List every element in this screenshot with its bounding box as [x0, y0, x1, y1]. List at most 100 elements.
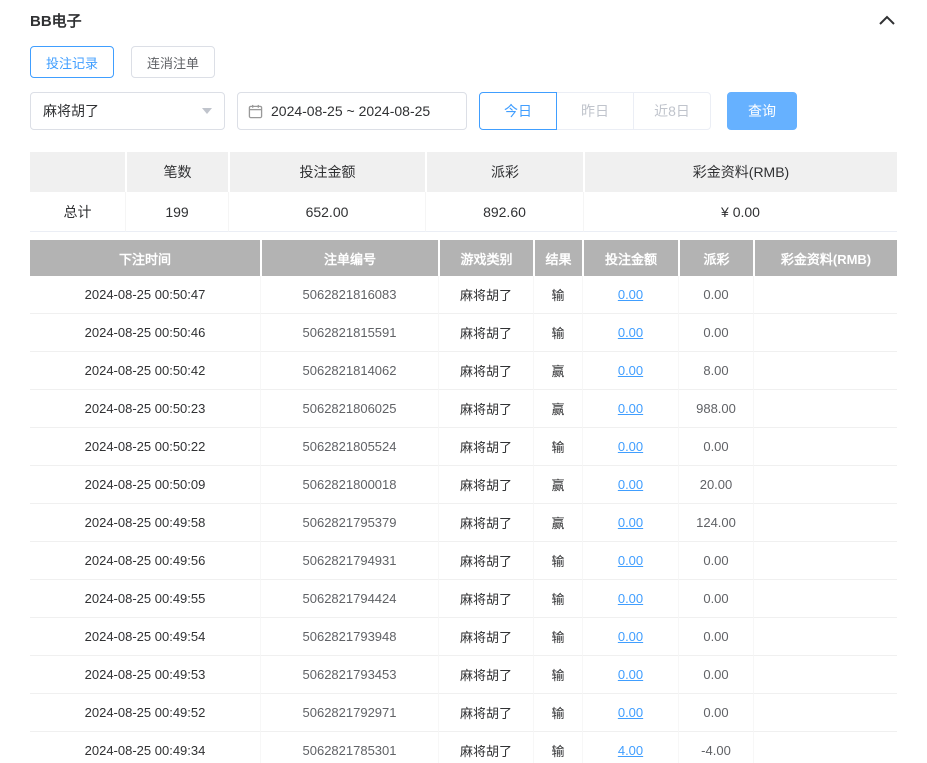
collapse-button[interactable]: [877, 13, 897, 27]
bet-amount-link[interactable]: 0.00: [618, 705, 643, 720]
cell-bet-amount: 0.00: [582, 428, 678, 466]
cell-payout: 20.00: [678, 466, 753, 504]
bet-amount-link[interactable]: 0.00: [618, 401, 643, 416]
cell-result: 赢: [533, 504, 582, 542]
cell-bonus: [753, 694, 897, 732]
cell-order-number: 5062821815591: [260, 314, 438, 352]
bet-amount-link[interactable]: 0.00: [618, 667, 643, 682]
table-row: 2024-08-25 00:49:53 5062821793453 麻将胡了 输…: [30, 656, 897, 694]
cell-bet-time: 2024-08-25 00:50:09: [30, 466, 260, 504]
tab-cancelled-orders[interactable]: 连消注单: [131, 46, 215, 78]
quick-today-button[interactable]: 今日: [479, 92, 557, 130]
cell-order-number: 5062821814062: [260, 352, 438, 390]
bet-amount-link[interactable]: 0.00: [618, 515, 643, 530]
game-select[interactable]: 麻将胡了: [30, 92, 225, 130]
page-title: BB电子: [30, 10, 82, 31]
table-row: 2024-08-25 00:50:09 5062821800018 麻将胡了 赢…: [30, 466, 897, 504]
cell-bonus: [753, 352, 897, 390]
cell-payout: 0.00: [678, 276, 753, 314]
header-bet-amount: 投注金额: [582, 240, 678, 276]
cell-payout: 0.00: [678, 314, 753, 352]
cell-bonus: [753, 618, 897, 656]
quick-last8days-button[interactable]: 近8日: [633, 92, 711, 130]
date-range-value: 2024-08-25 ~ 2024-08-25: [271, 103, 430, 119]
cell-result: 赢: [533, 352, 582, 390]
cell-game-type: 麻将胡了: [438, 466, 533, 504]
cell-bet-time: 2024-08-25 00:50:47: [30, 276, 260, 314]
cell-bet-amount: 0.00: [582, 466, 678, 504]
summary-header-bet-amount: 投注金额: [228, 152, 425, 192]
table-row: 2024-08-25 00:49:56 5062821794931 麻将胡了 输…: [30, 542, 897, 580]
table-row: 2024-08-25 00:50:22 5062821805524 麻将胡了 输…: [30, 428, 897, 466]
summary-header-bonus: 彩金资料(RMB): [583, 152, 897, 192]
cell-bonus: [753, 542, 897, 580]
filter-bar: 麻将胡了 2024-08-25 ~ 2024-08-25 今日 昨日 近8日 查…: [30, 92, 897, 130]
summary-header-blank: [30, 152, 125, 192]
bet-amount-link[interactable]: 4.00: [618, 743, 643, 758]
cell-bonus: [753, 656, 897, 694]
bet-amount-link[interactable]: 0.00: [618, 363, 643, 378]
cell-payout: 0.00: [678, 428, 753, 466]
bet-amount-link[interactable]: 0.00: [618, 477, 643, 492]
cell-game-type: 麻将胡了: [438, 352, 533, 390]
cell-game-type: 麻将胡了: [438, 504, 533, 542]
bet-amount-link[interactable]: 0.00: [618, 553, 643, 568]
quick-yesterday-button[interactable]: 昨日: [556, 92, 634, 130]
tab-bet-records[interactable]: 投注记录: [30, 46, 114, 78]
cell-game-type: 麻将胡了: [438, 694, 533, 732]
cell-game-type: 麻将胡了: [438, 428, 533, 466]
cell-bet-amount: 0.00: [582, 694, 678, 732]
bet-amount-link[interactable]: 0.00: [618, 325, 643, 340]
cell-bet-time: 2024-08-25 00:49:54: [30, 618, 260, 656]
cell-bet-amount: 0.00: [582, 314, 678, 352]
cell-game-type: 麻将胡了: [438, 276, 533, 314]
date-range-input[interactable]: 2024-08-25 ~ 2024-08-25: [237, 92, 467, 130]
cell-game-type: 麻将胡了: [438, 732, 533, 763]
cell-bet-amount: 0.00: [582, 352, 678, 390]
table-row: 2024-08-25 00:50:42 5062821814062 麻将胡了 赢…: [30, 352, 897, 390]
header-bonus: 彩金资料(RMB): [753, 240, 897, 276]
bet-amount-link[interactable]: 0.00: [618, 439, 643, 454]
bet-amount-link[interactable]: 0.00: [618, 287, 643, 302]
cell-order-number: 5062821805524: [260, 428, 438, 466]
bet-amount-link[interactable]: 0.00: [618, 591, 643, 606]
cell-game-type: 麻将胡了: [438, 390, 533, 428]
cell-bet-amount: 0.00: [582, 618, 678, 656]
bet-amount-link[interactable]: 0.00: [618, 629, 643, 644]
game-select-value: 麻将胡了: [43, 101, 99, 121]
cell-result: 输: [533, 694, 582, 732]
cell-payout: 988.00: [678, 390, 753, 428]
search-button[interactable]: 查询: [727, 92, 797, 130]
cell-bet-amount: 0.00: [582, 390, 678, 428]
cell-bet-time: 2024-08-25 00:49:56: [30, 542, 260, 580]
cell-game-type: 麻将胡了: [438, 656, 533, 694]
cell-bonus: [753, 732, 897, 763]
cell-bonus: [753, 276, 897, 314]
cell-bet-amount: 0.00: [582, 656, 678, 694]
cell-order-number: 5062821794931: [260, 542, 438, 580]
cell-result: 赢: [533, 390, 582, 428]
header-bet-time: 下注时间: [30, 240, 260, 276]
summary-total-label: 总计: [30, 192, 125, 232]
caret-down-icon: [202, 108, 212, 114]
cell-bonus: [753, 390, 897, 428]
records-table: 下注时间 注单编号 游戏类别 结果 投注金额 派彩 彩金资料(RMB) 2024…: [30, 240, 897, 763]
summary-total-bet-amount: 652.00: [228, 192, 425, 232]
cell-result: 输: [533, 276, 582, 314]
table-row: 2024-08-25 00:50:23 5062821806025 麻将胡了 赢…: [30, 390, 897, 428]
cell-bet-amount: 0.00: [582, 580, 678, 618]
bb-electronics-panel: BB电子 投注记录 连消注单 麻将胡了 2024-08-25 ~ 2024-08…: [0, 0, 927, 763]
table-row: 2024-08-25 00:50:46 5062821815591 麻将胡了 输…: [30, 314, 897, 352]
cell-bet-time: 2024-08-25 00:49:53: [30, 656, 260, 694]
cell-bet-time: 2024-08-25 00:50:23: [30, 390, 260, 428]
cell-order-number: 5062821785301: [260, 732, 438, 763]
summary-total-bonus: ¥ 0.00: [583, 192, 897, 232]
cell-order-number: 5062821806025: [260, 390, 438, 428]
cell-game-type: 麻将胡了: [438, 580, 533, 618]
cell-bet-time: 2024-08-25 00:49:52: [30, 694, 260, 732]
header-order-number: 注单编号: [260, 240, 438, 276]
summary-total-row: 总计 199 652.00 892.60 ¥ 0.00: [30, 192, 897, 232]
records-header-row: 下注时间 注单编号 游戏类别 结果 投注金额 派彩 彩金资料(RMB): [30, 240, 897, 276]
cell-order-number: 5062821795379: [260, 504, 438, 542]
summary-header-row: 笔数 投注金额 派彩 彩金资料(RMB): [30, 152, 897, 192]
